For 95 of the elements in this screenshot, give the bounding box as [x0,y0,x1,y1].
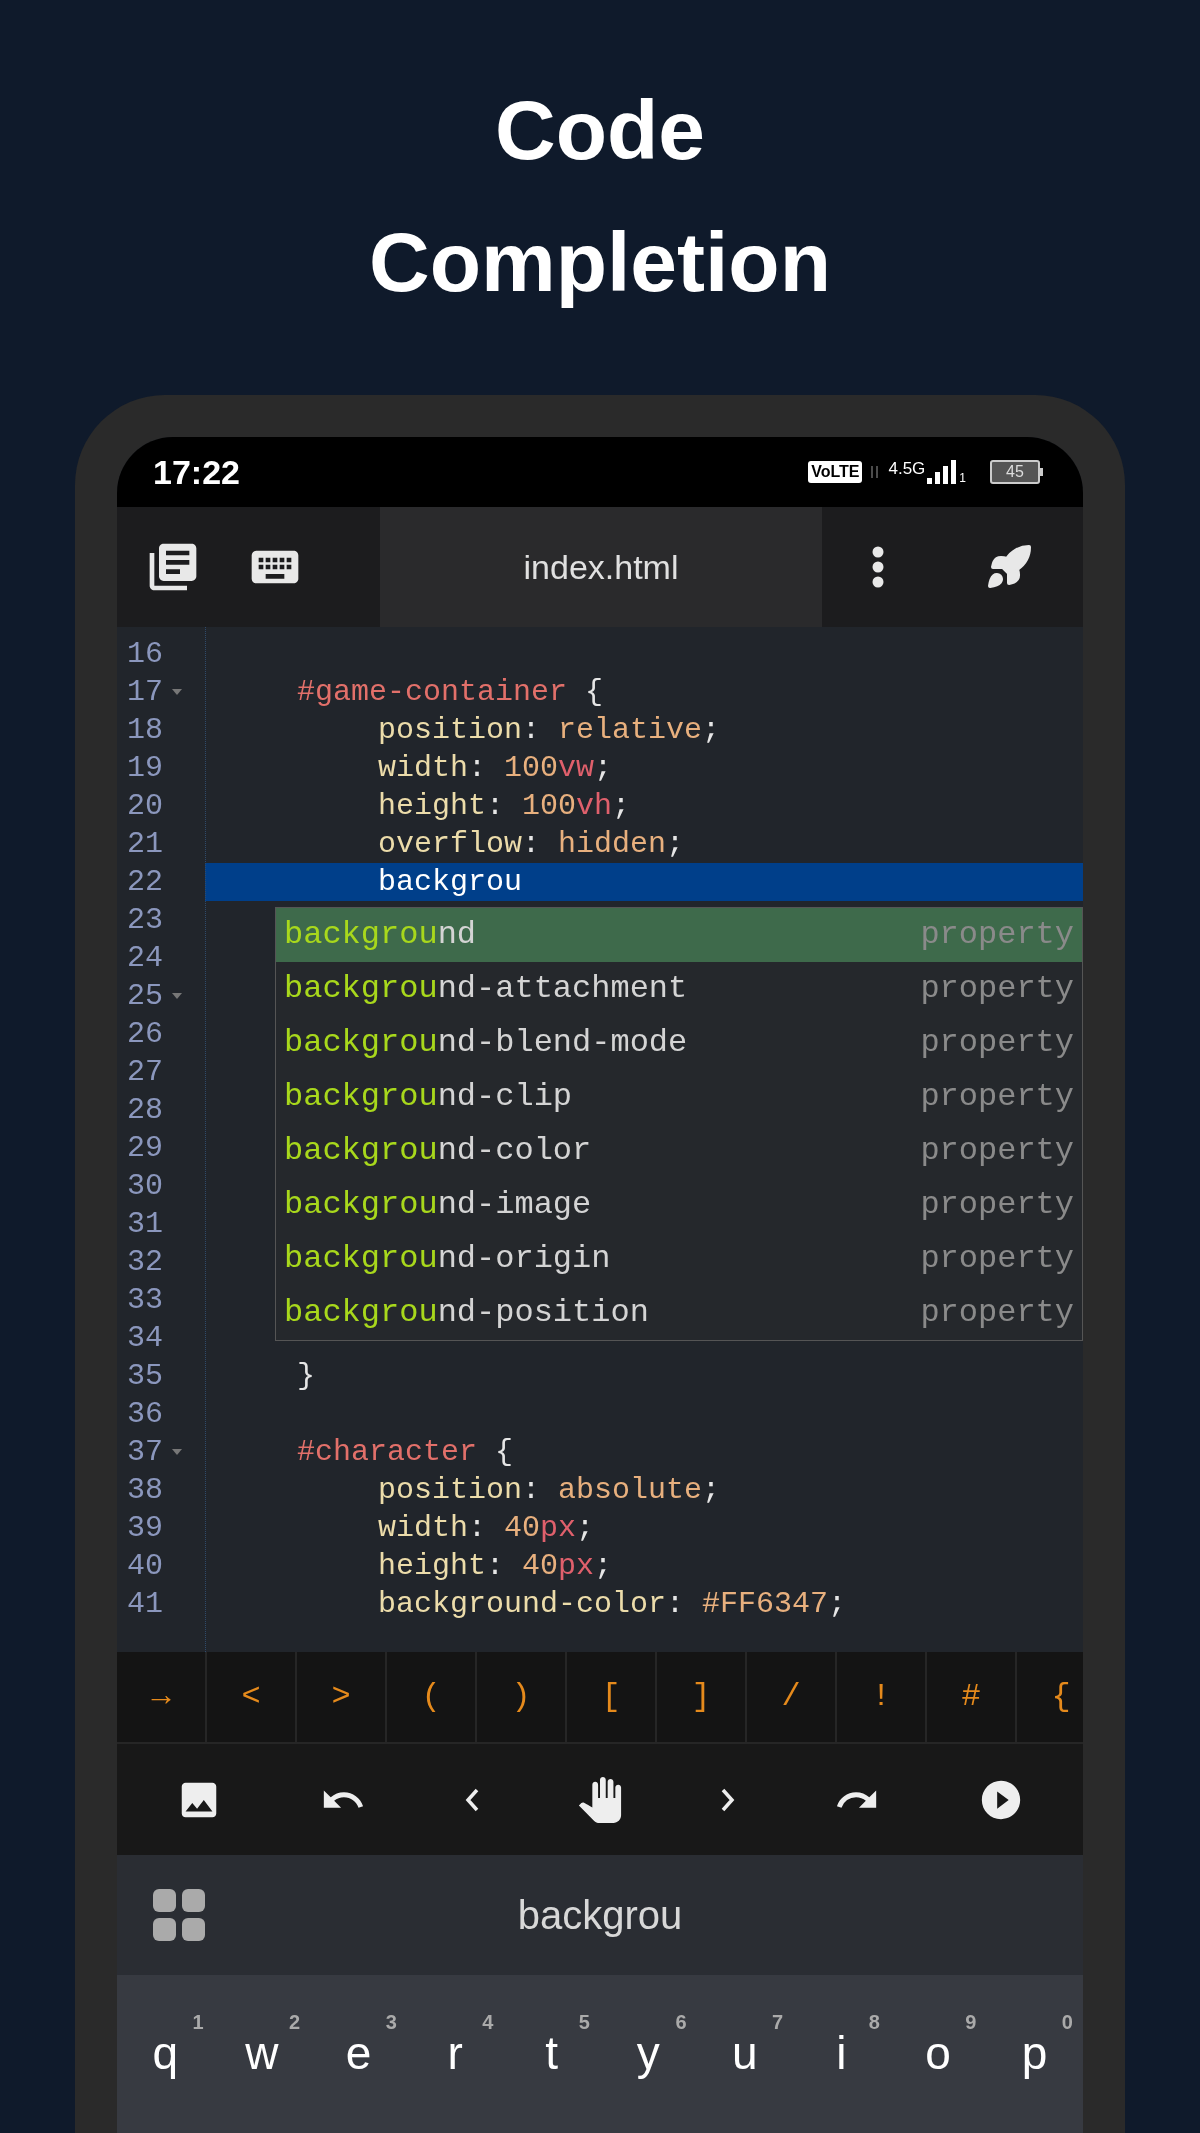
line-number: 36 [127,1395,163,1433]
suggestion-type: property [920,1185,1074,1225]
suggestion-text: background-attachment [284,969,688,1009]
line-number: 16 [127,635,163,673]
suggestion-type: property [920,1131,1074,1171]
line-number: 30 [127,1167,163,1205]
code-text: height: 100vh; [378,787,631,825]
code-text: position: absolute; [378,1471,721,1509]
suggestion-item[interactable]: background-clip property [276,1070,1082,1124]
line-number: 35 [127,1357,163,1395]
suggestion-item[interactable]: background-attachment property [276,962,1082,1016]
data-arrows-icon [870,464,881,480]
line-number: 39 [127,1509,163,1547]
suggestion-type: property [920,1077,1074,1117]
line-number: 41 [127,1585,163,1623]
keyboard-key[interactable]: t 5 [503,2005,600,2101]
suggestion-text: background-blend-mode [284,1023,688,1063]
line-number: 17 [127,673,163,711]
file-tab[interactable]: index.html [380,507,822,627]
code-text: height: 40px; [378,1547,613,1585]
line-number: 34 [127,1319,163,1357]
code-text: position: relative; [378,711,721,749]
line-number: 38 [127,1471,163,1509]
keyboard-key[interactable]: u 7 [696,2005,794,2101]
line-number: 29 [127,1129,163,1167]
line-number: 26 [127,1015,163,1053]
code-text: #game-container { [297,673,604,711]
line-number: 22 [127,863,163,901]
code-text: #character { [297,1433,514,1471]
suggestion-type: property [920,1293,1074,1333]
keyboard-key[interactable]: o 9 [889,2005,987,2101]
suggestion-text: background [284,915,477,955]
chevron-right-button[interactable] [721,1787,736,1812]
line-number: 20 [127,787,163,825]
suggestion-item[interactable]: background-origin property [276,1232,1082,1286]
line-number: 32 [127,1243,163,1281]
line-number: 25 [127,977,163,1015]
suggestion-type: property [920,1239,1074,1279]
line-number: 37 [127,1433,163,1471]
suggestion-text: background-color [284,1131,592,1171]
fold-arrow-icon[interactable] [171,1448,183,1456]
fold-arrow-icon[interactable] [171,992,183,1000]
chevron-right-icon [721,1787,736,1812]
status-time: 17:22 [153,451,240,493]
suggestion-item[interactable]: background-color property [276,1124,1082,1178]
suggestion-type: property [920,915,1074,955]
suggestion-text: background-origin [284,1239,611,1279]
line-number: 31 [127,1205,163,1243]
apps-grid-icon[interactable] [153,1889,205,1941]
line-number: 19 [127,749,163,787]
keyboard-key[interactable]: i 8 [793,2005,890,2101]
line-number: 18 [127,711,163,749]
keyboard-key[interactable]: e 3 [310,2005,407,2101]
keyboard-key[interactable]: r 4 [406,2005,504,2101]
chevron-left-button[interactable] [464,1787,479,1812]
more-vertical-icon [872,546,885,588]
suggestion-item[interactable]: background-image property [276,1178,1082,1232]
line-number: 24 [127,939,163,977]
chevron-left-icon [464,1787,479,1812]
network-type: 4.5G [888,460,926,478]
signal-icon [927,460,958,484]
suggestion-item[interactable]: background property [276,908,1082,962]
suggestion-type: property [920,1023,1074,1063]
line-number: 23 [127,901,163,939]
suggestion-text: background-image [284,1185,592,1225]
word-suggestion[interactable]: backgrou [517,1885,683,1945]
code-text: background-color: #FF6347; [378,1585,847,1623]
hand-button[interactable] [577,1776,623,1823]
headline: Code [495,82,705,179]
suggestion-text: background-clip [284,1077,573,1117]
keyboard-key[interactable]: p 0 [986,2005,1083,2101]
keyboard-key[interactable]: w 2 [213,2005,311,2101]
line-number: 33 [127,1281,163,1319]
code-text: width: 40px; [378,1509,595,1547]
sim-number: 1 [959,472,966,484]
hand-icon [577,1776,623,1823]
code-text: } [297,1357,315,1395]
code-text: overflow: hidden; [378,825,685,863]
line-number: 28 [127,1091,163,1129]
more-options-button[interactable] [872,546,885,588]
code-text: backgrou [378,863,523,901]
keyboard-key[interactable]: q 1 [117,2005,214,2101]
fold-arrow-icon[interactable] [171,688,183,696]
code-text: width: 100vw; [378,749,613,787]
headline: Completion [369,214,831,311]
battery-icon: 45 [990,460,1043,484]
suggestion-type: property [920,969,1074,1009]
suggestion-text: background-position [284,1293,649,1333]
line-number: 27 [127,1053,163,1091]
suggestion-item[interactable]: background-position property [276,1286,1082,1340]
line-number: 40 [127,1547,163,1585]
line-number: 21 [127,825,163,863]
suggestion-item[interactable]: background-blend-mode property [276,1016,1082,1070]
volte-badge: VoLTE [808,461,863,483]
keyboard-key[interactable]: y 6 [599,2005,697,2101]
